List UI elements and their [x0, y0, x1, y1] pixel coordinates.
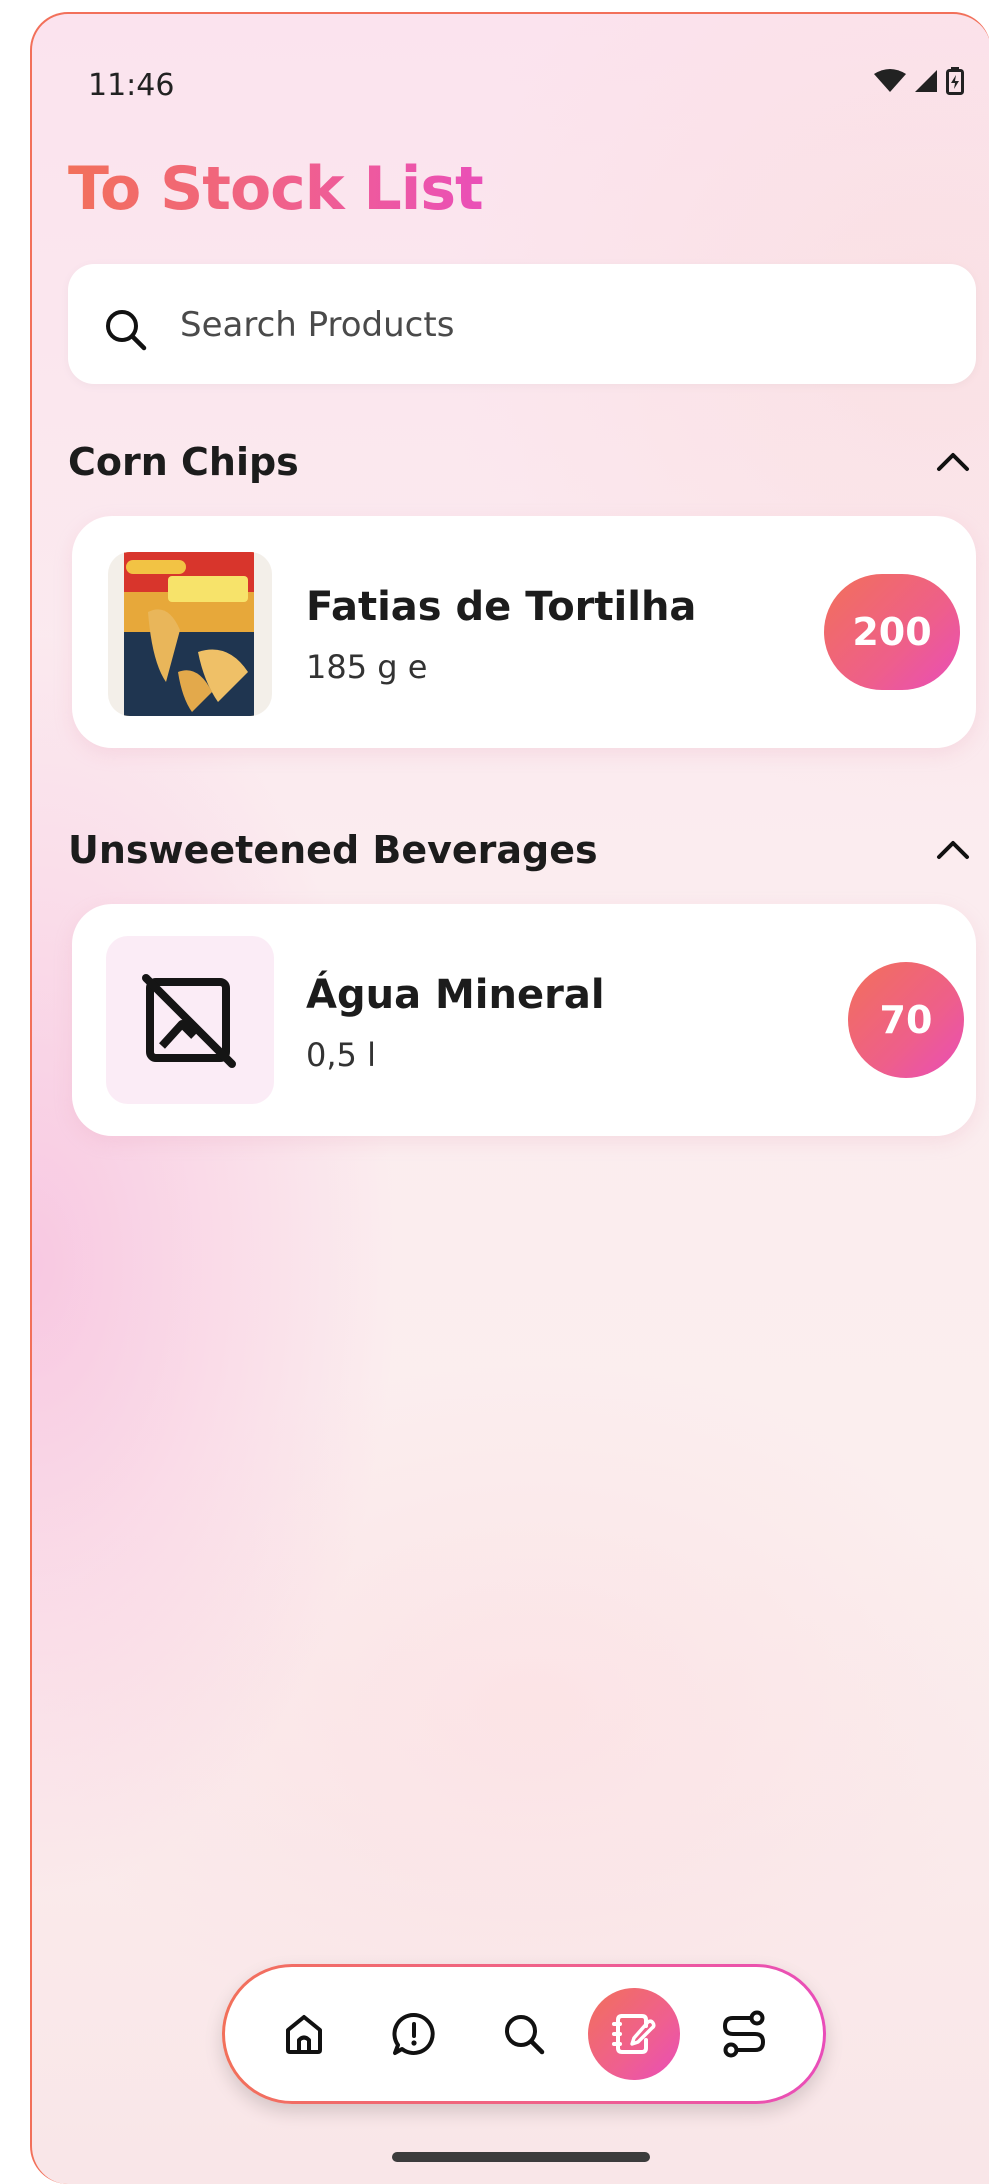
- wifi-icon: [874, 69, 906, 92]
- section-title: Corn Chips: [68, 440, 299, 484]
- product-name: Fatias de Tortilha: [306, 584, 697, 630]
- nav-feedback[interactable]: [368, 1988, 460, 2080]
- nav-search[interactable]: [478, 1988, 570, 2080]
- nav-home[interactable]: [258, 1988, 350, 2080]
- product-name: Água Mineral: [306, 972, 605, 1018]
- feedback-icon: [392, 2012, 435, 2055]
- product-card[interactable]: Fatias de Tortilha 185 g e 200: [72, 516, 976, 748]
- product-size: 185 g e: [306, 648, 428, 686]
- home-indicator[interactable]: [392, 2152, 650, 2162]
- nav-stock-list[interactable]: [588, 1988, 680, 2080]
- product-image: [108, 552, 272, 716]
- signal-icon: [915, 70, 937, 92]
- bottom-nav: [222, 1964, 826, 2104]
- nav-route[interactable]: [698, 1988, 790, 2080]
- no-image-icon: [142, 974, 236, 1068]
- chevron-up-icon[interactable]: [928, 825, 978, 875]
- battery-icon: [946, 67, 964, 95]
- app-screen: 11:46 To Stock List Corn Chips: [30, 12, 989, 2184]
- search-bar[interactable]: [68, 264, 976, 384]
- quantity-badge[interactable]: 200: [824, 574, 960, 690]
- section-header-corn-chips: Corn Chips: [68, 432, 978, 492]
- status-icons: [873, 66, 965, 96]
- section-title: Unsweetened Beverages: [68, 828, 598, 872]
- route-icon: [722, 2010, 766, 2058]
- quantity-badge[interactable]: 70: [848, 962, 964, 1078]
- search-icon: [106, 310, 147, 351]
- product-image-placeholder: [106, 936, 274, 1104]
- section-header-unsweetened-beverages: Unsweetened Beverages: [68, 820, 978, 880]
- tortilla-strips-package-image: [108, 552, 272, 716]
- chevron-up-icon[interactable]: [928, 437, 978, 487]
- product-card[interactable]: Água Mineral 0,5 l 70: [72, 904, 976, 1136]
- search-input[interactable]: [178, 294, 942, 356]
- product-size: 0,5 l: [306, 1036, 376, 1074]
- status-bar: 11:46: [32, 14, 989, 124]
- notebook-edit-icon: [612, 2014, 656, 2054]
- page-title: To Stock List: [68, 154, 484, 224]
- status-time: 11:46: [88, 68, 175, 103]
- search-icon: [505, 2015, 545, 2055]
- home-icon: [286, 2015, 322, 2054]
